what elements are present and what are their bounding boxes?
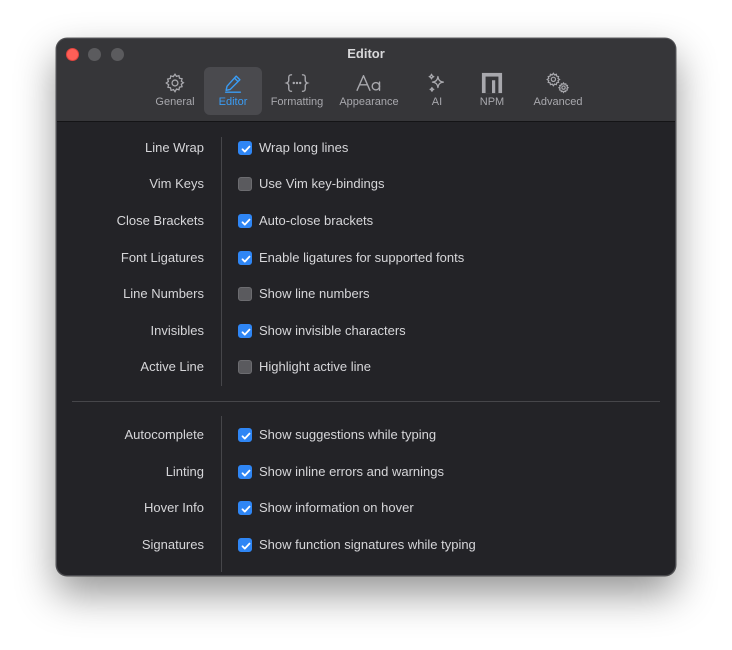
setting-description: Wrap long lines (259, 140, 349, 155)
hover-info-checkbox[interactable] (238, 501, 252, 515)
tab-appearance[interactable]: Appearance (333, 67, 405, 115)
setting-description: Enable ligatures for supported fonts (259, 250, 465, 265)
setting-label: Close Brackets (116, 213, 204, 228)
setting-description: Show invisible characters (259, 323, 406, 338)
tab-appearance-label: Appearance (339, 96, 399, 108)
signatures-checkbox[interactable] (238, 538, 252, 552)
setting-row-close-brackets: Close Brackets Auto-close brackets (57, 210, 675, 232)
setting-description: Show suggestions while typing (259, 427, 437, 442)
tab-editor-label: Editor (218, 96, 248, 108)
setting-description: Auto-close brackets (259, 213, 374, 228)
linting-checkbox[interactable] (238, 465, 252, 479)
tab-npm[interactable]: NPM (467, 67, 517, 115)
invisibles-checkbox[interactable] (238, 324, 252, 338)
setting-row-invisibles: Invisibles Show invisible characters (57, 320, 675, 342)
tab-ai[interactable]: AI (414, 67, 460, 115)
line-numbers-checkbox[interactable] (238, 287, 252, 301)
setting-label: Line Wrap (144, 140, 204, 155)
titlebar: Editor General Editor Formatting Appeara… (57, 39, 675, 122)
setting-label: Line Numbers (123, 286, 204, 301)
close-brackets-checkbox[interactable] (238, 214, 252, 228)
window-title: Editor (347, 46, 385, 61)
tab-general-label: General (155, 96, 195, 108)
tab-formatting-label: Formatting (270, 96, 324, 108)
setting-row-autocomplete: Autocomplete Show suggestions while typi… (57, 424, 675, 446)
npm-logo-icon (467, 70, 517, 96)
tab-advanced[interactable]: Advanced (526, 67, 590, 115)
tab-ai-label: AI (431, 96, 443, 108)
setting-row-active-line: Active Line Highlight active line (57, 356, 675, 378)
setting-row-line-wrap: Line Wrap Wrap long lines (57, 137, 675, 159)
setting-label: Linting (165, 464, 204, 479)
setting-label: Signatures (141, 537, 204, 552)
setting-description: Highlight active line (259, 359, 372, 374)
tab-advanced-label: Advanced (533, 96, 583, 108)
setting-label: Hover Info (144, 500, 204, 515)
tab-npm-label: NPM (479, 96, 505, 108)
gear-icon (146, 70, 204, 96)
vim-keys-checkbox[interactable] (238, 177, 252, 191)
setting-label: Autocomplete (124, 427, 205, 442)
setting-label: Active Line (140, 359, 204, 374)
line-wrap-checkbox[interactable] (238, 141, 252, 155)
autocomplete-checkbox[interactable] (238, 428, 252, 442)
tab-general[interactable]: General (146, 67, 204, 115)
sparkles-icon (414, 70, 460, 96)
braces-icon (264, 70, 330, 96)
setting-description: Use Vim key-bindings (259, 176, 385, 191)
tab-editor[interactable]: Editor (204, 67, 262, 115)
setting-row-vim-keys: Vim Keys Use Vim key-bindings (57, 173, 675, 195)
active-line-checkbox[interactable] (238, 360, 252, 374)
setting-row-linting: Linting Show inline errors and warnings (57, 461, 675, 483)
setting-label: Font Ligatures (120, 250, 204, 265)
pencil-icon (204, 70, 262, 96)
tab-formatting[interactable]: Formatting (264, 67, 330, 115)
setting-row-font-ligatures: Font Ligatures Enable ligatures for supp… (57, 247, 675, 269)
preferences-window: Editor General Editor Formatting Appeara… (56, 38, 676, 576)
text-size-icon (333, 70, 405, 96)
gears-icon (526, 70, 590, 96)
section-divider (72, 401, 660, 402)
setting-description: Show information on hover (259, 500, 414, 515)
setting-description: Show function signatures while typing (259, 537, 476, 552)
font-ligatures-checkbox[interactable] (238, 251, 252, 265)
setting-row-hover-info: Hover Info Show information on hover (57, 497, 675, 519)
setting-description: Show inline errors and warnings (259, 464, 444, 479)
setting-row-line-numbers: Line Numbers Show line numbers (57, 283, 675, 305)
setting-description: Show line numbers (259, 286, 370, 301)
setting-row-signatures: Signatures Show function signatures whil… (57, 534, 675, 556)
setting-label: Invisibles (150, 323, 204, 338)
setting-label: Vim Keys (149, 176, 204, 191)
